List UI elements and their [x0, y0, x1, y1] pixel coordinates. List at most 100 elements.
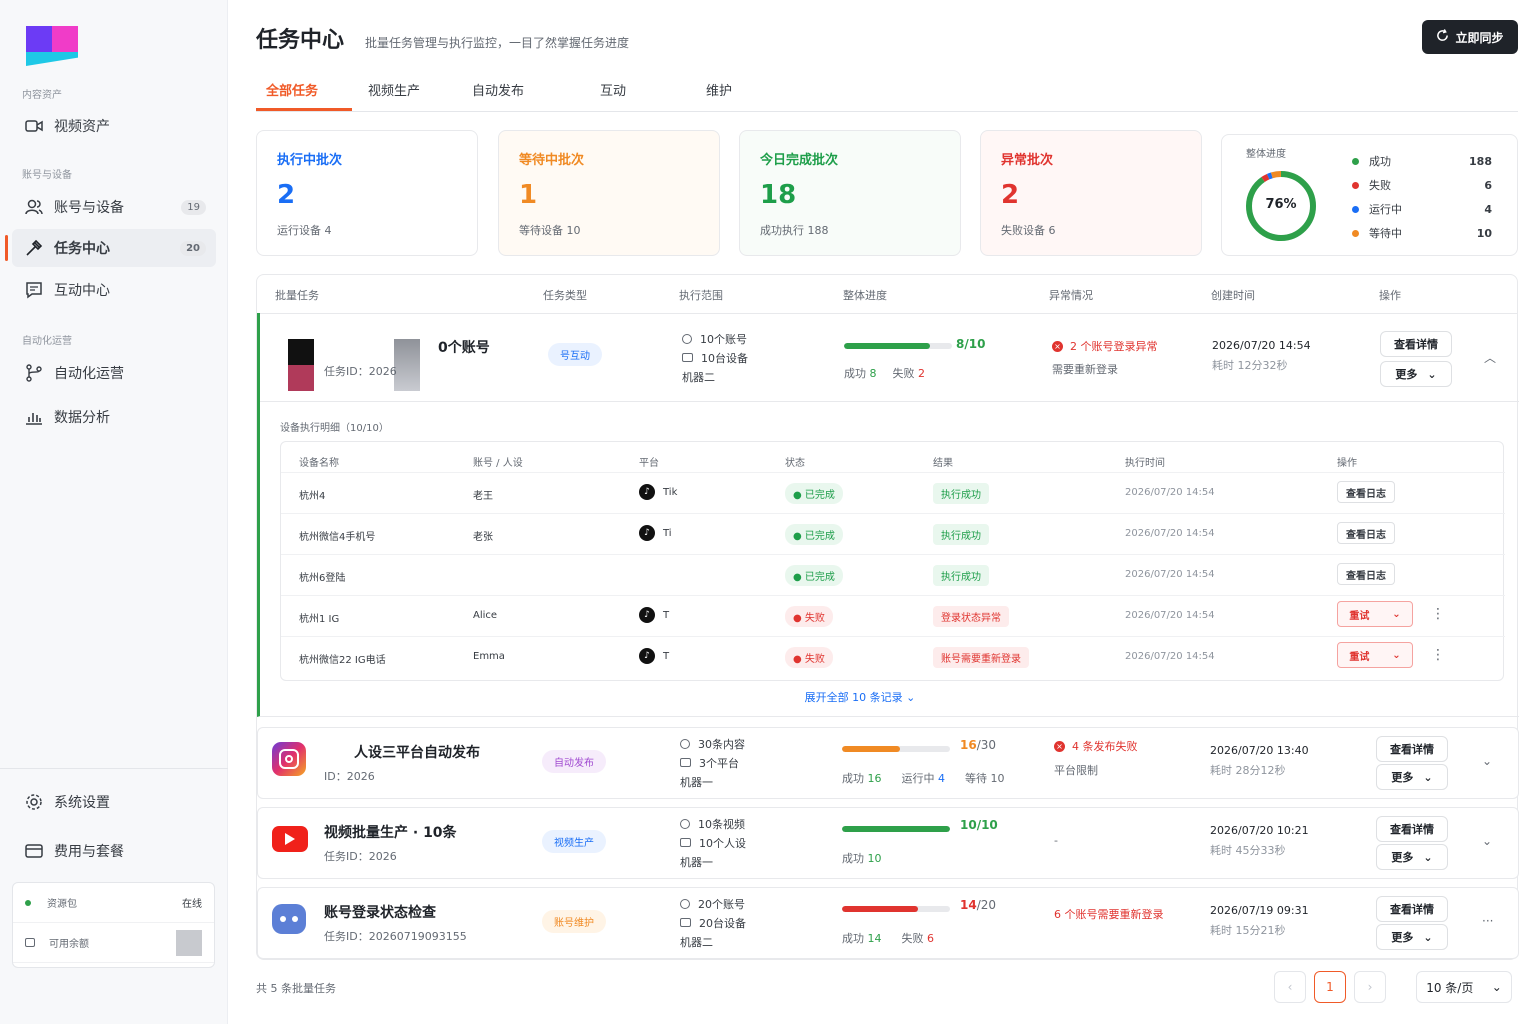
progress-title: 整体进度: [1246, 149, 1286, 160]
total-count: 共 5 条批量任务: [256, 982, 336, 995]
scope-item: 10条视频: [698, 817, 745, 831]
progress-stat: 失败 2: [892, 367, 926, 380]
status-badge: ● 失败: [785, 647, 833, 668]
col-header: 设备名称: [299, 458, 339, 469]
page-1-button[interactable]: 1: [1314, 971, 1346, 1003]
tab-publish[interactable]: 自动发布: [472, 80, 524, 99]
section-label-auto: 自动化运营: [22, 336, 72, 347]
view-detail-button[interactable]: 查看详情: [1376, 736, 1448, 762]
progress-bar-fill: [842, 746, 900, 752]
task-id: ID：2026: [324, 770, 375, 783]
stat-card[interactable]: 异常批次 2 失败设备 6: [980, 130, 1202, 256]
sidebar-item-interaction[interactable]: 互动中心: [12, 271, 216, 309]
device-row: 杭州4 老王 ♪ Tik ● 已完成 执行成功 查看日志 2026/07/20 14:5…: [281, 472, 1505, 513]
stat-card[interactable]: 等待中批次 1 等待设备 10: [498, 130, 720, 256]
stat-card[interactable]: 今日完成批次 18 成功执行 188: [739, 130, 961, 256]
col-header: 结果: [933, 458, 953, 469]
task-row[interactable]: 账号登录状态检查 任务ID：20260719093155 账号维护 20个账号 …: [257, 887, 1519, 959]
task-thumbnail[interactable]: [272, 902, 306, 934]
tab-interaction[interactable]: 互动: [600, 80, 626, 99]
progress-text: 14/20: [960, 898, 997, 912]
sidebar-item-task-center[interactable]: 任务中心 20: [5, 229, 216, 267]
retry-button[interactable]: 重试 ⌄: [1337, 601, 1413, 627]
sidebar-item-automation[interactable]: 自动化运营: [12, 354, 216, 392]
tab-all[interactable]: 全部任务: [266, 80, 318, 99]
more-dots-icon[interactable]: ···: [1482, 914, 1493, 928]
sidebar-item-billing[interactable]: 费用与套餐: [12, 832, 216, 870]
more-button[interactable]: 更多 ⌄: [1376, 764, 1448, 790]
scope-devices: 10台设备: [701, 351, 748, 365]
prev-page-button[interactable]: ‹: [1274, 971, 1306, 1003]
view-log-button[interactable]: 查看日志: [1337, 481, 1395, 503]
tab-maintenance[interactable]: 维护: [706, 80, 732, 99]
credit-row[interactable]: 可用余额: [13, 923, 214, 963]
sidebar: 内容资产 视频资产 账号与设备 账号与设备 19 任务中心 20 互动中心 自动…: [0, 0, 228, 1024]
chevron-down-icon: ⌄: [906, 691, 916, 704]
more-button[interactable]: 更多 ⌄: [1380, 361, 1452, 387]
platform-name: T: [663, 610, 670, 621]
task-id: 任务ID：20260719093155: [324, 930, 467, 943]
task-row[interactable]: 人设三平台自动发布 ID：2026 自动发布 30条内容 3个平台 机器一 16…: [257, 727, 1519, 799]
chevron-up-icon[interactable]: ︿: [1484, 349, 1496, 366]
active-tab-indicator: [256, 108, 352, 111]
device-name: 杭州微信22 IG电话: [299, 655, 386, 666]
task-row[interactable]: 视频批量生产 · 10条 任务ID：2026 视频生产 10条视频 10个人设 …: [257, 807, 1519, 879]
sidebar-item-analytics[interactable]: 数据分析: [12, 398, 216, 436]
stat-sub: 成功执行 188: [760, 224, 829, 237]
view-log-button[interactable]: 查看日志: [1337, 563, 1395, 585]
page-size-select[interactable]: 10 条/页 ⌄: [1416, 971, 1512, 1003]
device-name: 杭州微信4手机号: [299, 532, 376, 543]
chevron-down-icon: ⌄: [1423, 770, 1433, 784]
created-time: 2026/07/20 10:21: [1210, 824, 1309, 837]
task-thumbnail[interactable]: [288, 339, 314, 391]
view-detail-button[interactable]: 查看详情: [1376, 816, 1448, 842]
legend-value: 10: [1476, 226, 1492, 240]
sidebar-item-label: 任务中心: [54, 241, 110, 257]
col-header: 创建时间: [1211, 289, 1255, 302]
scope-machine: 机器二: [680, 935, 713, 949]
device-name: 杭州4: [299, 491, 326, 502]
result-badge: 执行成功: [933, 524, 989, 545]
created-time: 2026/07/19 09:31: [1210, 904, 1309, 917]
task-icon: [24, 238, 44, 258]
scope-item: 10个人设: [699, 836, 746, 850]
task-title: 人设三平台自动发布: [354, 745, 480, 761]
col-header: 操作: [1337, 458, 1357, 469]
view-detail-button[interactable]: 查看详情: [1376, 896, 1448, 922]
task-thumbnail[interactable]: [272, 822, 308, 852]
sync-button[interactable]: 立即同步: [1422, 20, 1518, 54]
gear-icon: [24, 792, 44, 812]
next-page-button[interactable]: ›: [1354, 971, 1386, 1003]
sidebar-item-video-assets[interactable]: 视频资产: [12, 107, 216, 145]
legend-item: 运行中 4: [1352, 201, 1492, 217]
col-header: 执行时间: [1125, 458, 1165, 469]
chevron-down-icon[interactable]: ⌄: [1482, 834, 1492, 848]
device-row: 杭州微信22 IG电话 Emma ♪ T ● 失败 账号需要重新登录 重试 ⌄ ⋮ 202…: [281, 636, 1505, 677]
more-button[interactable]: 更多 ⌄: [1376, 924, 1448, 950]
progress-stat: 成功 14: [842, 932, 882, 945]
video-icon: [24, 116, 44, 136]
issue-text: 4 条发布失败: [1072, 740, 1138, 753]
chevron-down-icon[interactable]: ⌄: [1482, 754, 1492, 768]
task-type-badge: 账号维护: [542, 910, 606, 933]
view-detail-button[interactable]: 查看详情: [1380, 331, 1452, 357]
chevron-down-icon: ⌄: [1392, 649, 1401, 661]
retry-button[interactable]: 重试 ⌄: [1337, 642, 1413, 668]
app-logo[interactable]: [26, 26, 78, 66]
view-log-button[interactable]: 查看日志: [1337, 522, 1395, 544]
kebab-icon[interactable]: ⋮: [1431, 647, 1445, 663]
sidebar-item-settings[interactable]: 系统设置: [12, 783, 216, 821]
expand-all-link[interactable]: 展开全部 10 条记录 ⌄: [260, 689, 1460, 705]
kebab-icon[interactable]: ⋮: [1431, 606, 1445, 622]
task-thumbnail[interactable]: [272, 742, 306, 776]
sidebar-item-accounts[interactable]: 账号与设备 19: [12, 188, 216, 226]
issue-text: 6 个账号需要重新登录: [1054, 908, 1164, 921]
stat-card[interactable]: 执行中批次 2 运行设备 4: [256, 130, 478, 256]
more-button[interactable]: 更多 ⌄: [1376, 844, 1448, 870]
tab-video[interactable]: 视频生产: [368, 80, 420, 99]
resource-panel: 资源包 在线 可用余额: [12, 882, 215, 968]
col-header: 整体进度: [843, 289, 887, 302]
device-name: 杭州6登陆: [299, 573, 346, 584]
legend-dot-icon: [1352, 181, 1359, 189]
tiktok-icon: ♪: [639, 648, 655, 664]
